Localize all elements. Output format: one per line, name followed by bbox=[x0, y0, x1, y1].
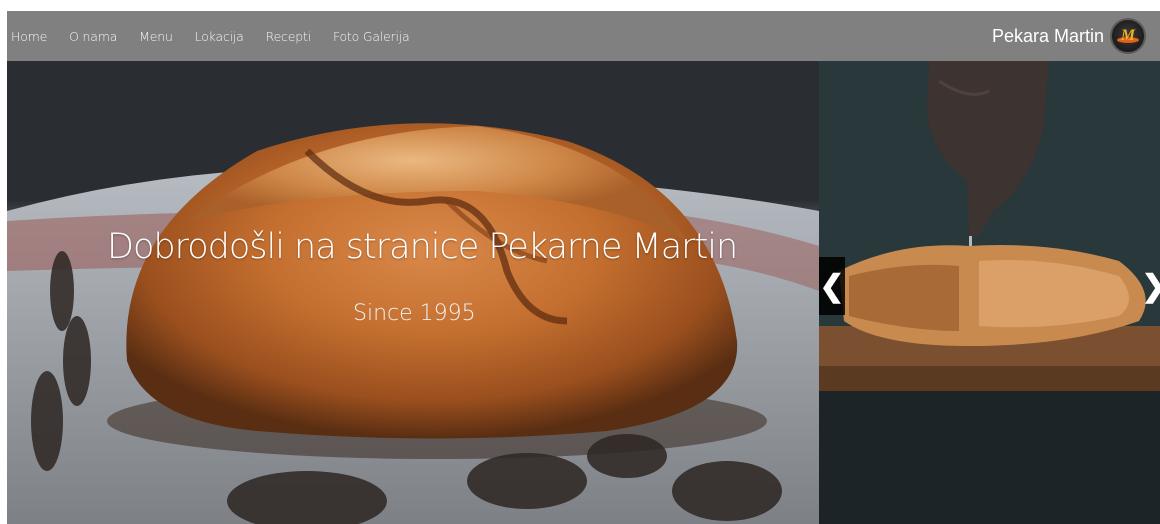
slide-bread-loaf: Dobrodošli na stranice Pekarne Martin Si… bbox=[7, 61, 819, 524]
cutting-bread-image bbox=[819, 61, 1160, 524]
nav-link-foto-galerija[interactable]: Foto Galerija bbox=[333, 29, 410, 44]
bread-loaf-image bbox=[7, 61, 819, 524]
nav-link-lokacija[interactable]: Lokacija bbox=[195, 29, 244, 44]
brand[interactable]: Pekara Martin M bbox=[992, 11, 1146, 61]
nav-link-home[interactable]: Home bbox=[11, 29, 47, 44]
logo-letter: M bbox=[1120, 27, 1136, 44]
navbar: Home O nama Menu Lokacija Recepti Foto G… bbox=[7, 11, 1160, 61]
slide-cutting-bread bbox=[819, 61, 1160, 524]
nav-link-o-nama[interactable]: O nama bbox=[69, 29, 117, 44]
brand-logo[interactable]: M bbox=[1110, 18, 1146, 54]
nav-link-menu[interactable]: Menu bbox=[139, 29, 173, 44]
carousel-prev-button[interactable]: ❮ bbox=[819, 257, 845, 315]
hero-subtitle: Since 1995 bbox=[353, 301, 476, 326]
brand-name[interactable]: Pekara Martin bbox=[992, 26, 1104, 47]
page: Home O nama Menu Lokacija Recepti Foto G… bbox=[0, 0, 1160, 524]
nav-link-recepti[interactable]: Recepti bbox=[266, 29, 311, 44]
nav-links: Home O nama Menu Lokacija Recepti Foto G… bbox=[11, 29, 432, 44]
carousel-next-button[interactable]: ❯ bbox=[1141, 257, 1160, 315]
hero-title: Dobrodošli na stranice Pekarne Martin bbox=[107, 227, 738, 267]
hero-carousel: Dobrodošli na stranice Pekarne Martin Si… bbox=[7, 61, 1160, 524]
